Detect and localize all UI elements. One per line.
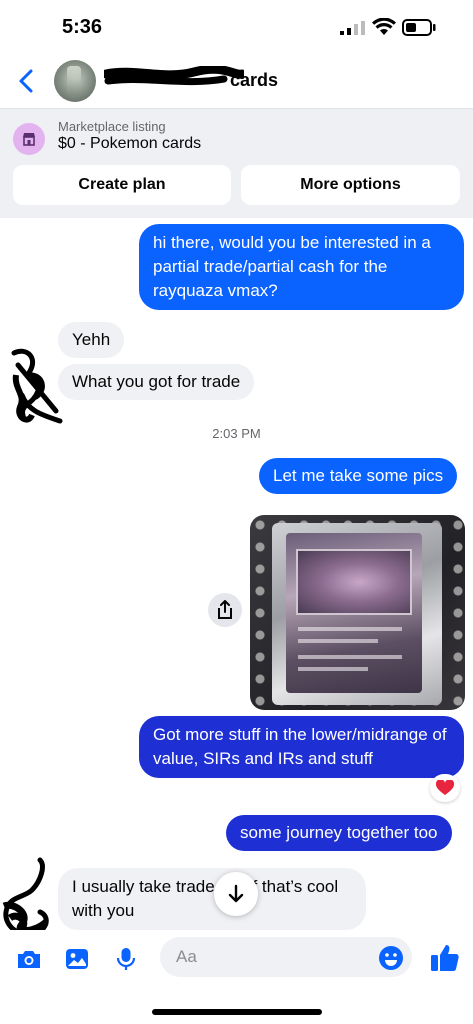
- message-outgoing[interactable]: Got more stuff in the lower/midrange of …: [139, 716, 464, 778]
- contact-name[interactable]: cards: [230, 70, 278, 91]
- message-timestamp: 2:03 PM: [212, 426, 261, 441]
- avatar[interactable]: [54, 60, 96, 102]
- listing-caption: Marketplace listing: [58, 119, 166, 134]
- share-icon: [218, 600, 232, 619]
- name-redaction-scribble: [104, 66, 244, 86]
- message-outgoing[interactable]: Let me take some pics: [259, 458, 458, 494]
- message-input-container: [160, 937, 412, 977]
- card-text-line: [298, 655, 402, 659]
- create-plan-button[interactable]: Create plan: [13, 165, 231, 205]
- back-chevron-icon[interactable]: [14, 66, 40, 96]
- card-text-line: [298, 667, 368, 671]
- signal-icon: [340, 21, 365, 35]
- card-artwork: [296, 549, 412, 615]
- status-bar: 5:36: [0, 0, 473, 56]
- shared-photo[interactable]: [250, 515, 465, 710]
- microphone-icon[interactable]: [113, 946, 139, 972]
- conversation-header: cards: [0, 56, 473, 108]
- card-text-line: [298, 639, 378, 643]
- camera-icon[interactable]: [16, 946, 42, 972]
- gallery-icon[interactable]: [64, 946, 90, 972]
- scroll-to-bottom-button[interactable]: [214, 872, 258, 916]
- emoji-icon[interactable]: [378, 945, 404, 971]
- message-incoming[interactable]: Yehh: [58, 322, 125, 358]
- share-button[interactable]: [208, 593, 242, 627]
- marketplace-shop-icon: [13, 123, 45, 155]
- status-time: 5:36: [62, 16, 103, 38]
- wifi-icon: [372, 18, 396, 35]
- marketplace-listing-panel: Marketplace listing $0 - Pokemon cards C…: [0, 108, 473, 218]
- battery-icon: [402, 19, 436, 36]
- message-incoming[interactable]: What you got for trade: [58, 364, 255, 400]
- message-incoming[interactable]: I usually take trade 0% if that’s cool w…: [58, 868, 366, 930]
- home-indicator[interactable]: [152, 1009, 322, 1015]
- listing-title[interactable]: $0 - Pokemon cards: [58, 135, 201, 153]
- message-outgoing[interactable]: some journey together too: [226, 815, 452, 851]
- arrow-down-icon: [228, 884, 244, 903]
- more-options-button[interactable]: More options: [241, 165, 460, 205]
- avatar-scribble: [11, 348, 63, 424]
- message-composer: [0, 930, 473, 988]
- message-outgoing[interactable]: hi there, would you be interested in a p…: [139, 224, 464, 310]
- message-input[interactable]: [160, 937, 360, 977]
- thumbs-up-icon[interactable]: [430, 943, 460, 973]
- heart-reaction-icon: [435, 779, 455, 795]
- card-text-line: [298, 627, 402, 631]
- reaction-badge[interactable]: [430, 774, 460, 802]
